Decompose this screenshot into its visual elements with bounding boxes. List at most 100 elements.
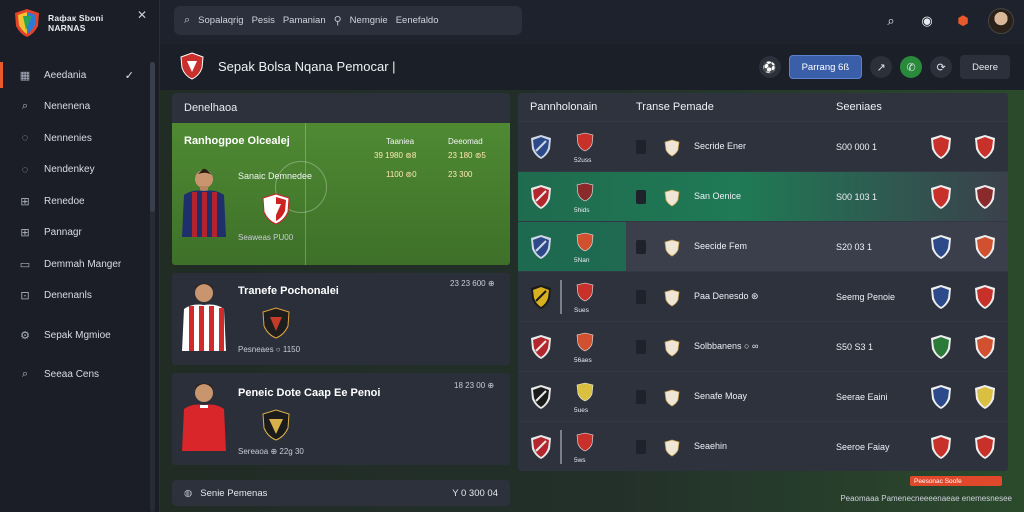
player-name: Senafe Moay xyxy=(694,391,748,401)
sidebar-item-5[interactable]: ⊞ Pannagr xyxy=(0,218,152,248)
feature-col-label: Taaniea xyxy=(386,137,415,146)
sidebar-item-8[interactable]: ⚙ Sepak Mgmioe xyxy=(0,320,152,350)
column-header: Transe Pemade xyxy=(636,101,714,113)
club-code: 5ues xyxy=(574,407,589,414)
transfer-value: S20 03 1 xyxy=(836,242,873,252)
table-row[interactable]: Sues Paa Denesdo ⊛ Seemg Penoie xyxy=(518,271,1008,321)
whatsapp-icon[interactable]: ✆ xyxy=(900,56,923,78)
club-code: Sues xyxy=(574,307,589,314)
search-icon[interactable]: ⌕ xyxy=(880,10,902,32)
sidebar-item-1[interactable]: ⌕ Nenenena xyxy=(0,92,152,122)
sidebar-item-3[interactable]: ◌ Nendenkey xyxy=(0,155,152,185)
club-crest-icon xyxy=(975,385,995,409)
club-crest-icon xyxy=(262,409,290,441)
column-header: Pannholonain xyxy=(530,101,598,113)
search-input[interactable]: ⌕ Sopalaqrig Pesis Pamanian ⚲ Nemgnie Ee… xyxy=(174,6,522,35)
summary-bar[interactable]: ◍ Senie Pemenas Y 0 300 04 xyxy=(172,480,510,506)
calendar-icon: ▦ xyxy=(19,69,31,82)
transfers-table: Pannholonain Transe Pemade Seeniaes 52us… xyxy=(518,93,1008,471)
search-icon: ⌕ xyxy=(21,100,29,112)
table-row[interactable]: 5ws Seaehin Seeroe Faiay xyxy=(518,421,1008,471)
sidebar-item-0[interactable]: ▦ Aeedania ✓ xyxy=(0,60,152,90)
page-header: Sepak Bolsa Nqana Pemocar | ⚽ Parrang 6ß… xyxy=(160,44,1024,90)
sidebar-item-label: Denenanls xyxy=(44,290,92,301)
brand-line-1: Raфак Sboni xyxy=(48,13,104,23)
player-name: San Oenice xyxy=(694,191,742,201)
club-code: 56aes xyxy=(574,357,592,364)
player-name: Solbbanens ○ ∞ xyxy=(694,341,759,351)
sidebar-item-label: Aeedania xyxy=(44,69,87,81)
chat-icon: ◌ xyxy=(21,132,29,144)
club-crest-icon xyxy=(180,52,204,80)
club-crest-icon xyxy=(931,285,951,309)
club-code: 5ws xyxy=(574,457,586,464)
sidebar-scrollbar[interactable] xyxy=(150,62,155,512)
table-row[interactable]: 5ues Senafe Moay Seerae Eaini xyxy=(518,371,1008,421)
club-crest-icon xyxy=(576,132,594,152)
search-token: Sopalaqrig xyxy=(198,15,244,26)
club-crest-icon xyxy=(576,232,594,252)
table-header: Pannholonain Transe Pemade Seeniaes xyxy=(518,93,1008,121)
club-crest-icon xyxy=(975,335,995,359)
rank-chip xyxy=(636,440,646,454)
club-crest-icon xyxy=(931,385,951,409)
row-divider xyxy=(560,280,562,314)
row-divider xyxy=(560,430,562,464)
transfer-value: S00 103 1 xyxy=(836,192,878,202)
avatar[interactable] xyxy=(988,8,1014,34)
primary-button[interactable]: Parrang 6ß xyxy=(788,55,863,79)
folder-icon: ▭ xyxy=(19,258,31,271)
page-actions: ⚽ Parrang 6ß ↗ ✆ ⟳ Deere xyxy=(758,55,1010,79)
feature-card[interactable]: Ranhogpoe Olcealej Taaniea Deeomad 39 19… xyxy=(172,123,510,265)
player-image xyxy=(182,283,226,351)
sidebar-item-9[interactable]: ⌕ Seeaa Cens xyxy=(0,360,152,390)
card-title: Peneic Dote Caap Ee Penoi xyxy=(238,387,381,399)
topbar: ⌕ Sopalaqrig Pesis Pamanian ⚲ Nemgnie Ee… xyxy=(160,0,1024,44)
secondary-button[interactable]: Deere xyxy=(960,55,1010,79)
table-body: 52uss Secride Ener S00 000 1 5hids San O… xyxy=(518,121,1008,471)
transfer-card[interactable]: Peneic Dote Caap Ee Penoi 18 23 00 ⊕ Ser… xyxy=(172,373,510,465)
team-badge-icon[interactable]: ⬢ xyxy=(952,10,974,32)
close-icon[interactable]: ✕ xyxy=(137,8,147,22)
club-crest-icon xyxy=(576,282,594,302)
refresh-icon[interactable]: ⟳ xyxy=(930,56,953,78)
transfer-card[interactable]: Tranefe Pochonalei 23 23 600 ⊕ Pesneaes … xyxy=(172,273,510,365)
transfer-value: Seeroe Faiay xyxy=(836,442,890,452)
player-image xyxy=(182,383,226,451)
table-row[interactable]: 5hids San Oenice S00 103 1 xyxy=(518,171,1008,221)
club-crest-icon xyxy=(664,189,680,207)
card-meta: Sereaoa ⊕ 22g 30 xyxy=(238,447,304,456)
feature-title: Ranhogpoe Olcealej xyxy=(184,135,290,147)
share-icon[interactable]: ↗ xyxy=(870,56,893,78)
table-row[interactable]: 56aes Solbbanens ○ ∞ S50 S3 1 xyxy=(518,321,1008,371)
table-row[interactable]: 52uss Secride Ener S00 000 1 xyxy=(518,121,1008,171)
feature-stat: 23 180 ⊚5 xyxy=(448,151,486,160)
column-header: Seeniaes xyxy=(836,101,882,113)
club-crest-icon xyxy=(931,135,951,159)
rank-chip xyxy=(636,190,646,204)
club-crest-icon xyxy=(664,289,680,307)
sidebar-item-2[interactable]: ◌ Nennenies xyxy=(0,123,152,153)
sidebar-item-6[interactable]: ▭ Demmah Manger xyxy=(0,249,152,279)
club-crest-icon xyxy=(531,135,551,159)
summary-value: Y 0 300 04 xyxy=(452,487,498,499)
club-crest-icon xyxy=(576,332,594,352)
club-crest-icon xyxy=(531,235,551,259)
club-crest-icon xyxy=(975,285,995,309)
sidebar-item-7[interactable]: ⊡ Denenanls xyxy=(0,281,152,311)
panel-header: Denelhaoa xyxy=(172,93,510,123)
feature-col-label: Deeomad xyxy=(448,137,483,146)
player-name: Sanaic Demnedee xyxy=(238,171,313,181)
sidebar: Raфак Sboni NARNAS ✕ ▦ Aeedania ✓ ⌕ Nene… xyxy=(0,0,160,512)
sidebar-item-4[interactable]: ⊞ Renedoe xyxy=(0,186,152,216)
feature-stat: 23 300 xyxy=(448,170,473,179)
club-code: 5hids xyxy=(574,207,590,214)
player-meta: Seaweas PU00 xyxy=(238,233,294,242)
ball-icon[interactable]: ⚽ xyxy=(758,56,781,78)
sidebar-item-label: Nennenies xyxy=(44,132,92,144)
filter-icon[interactable]: ⚲ xyxy=(334,14,342,27)
rank-chip xyxy=(636,390,646,404)
notification-icon[interactable]: ◉ xyxy=(916,10,938,32)
table-row[interactable]: 5Nan Seecide Fem S20 03 1 xyxy=(518,221,1008,271)
search-token: Pesis xyxy=(251,15,275,26)
